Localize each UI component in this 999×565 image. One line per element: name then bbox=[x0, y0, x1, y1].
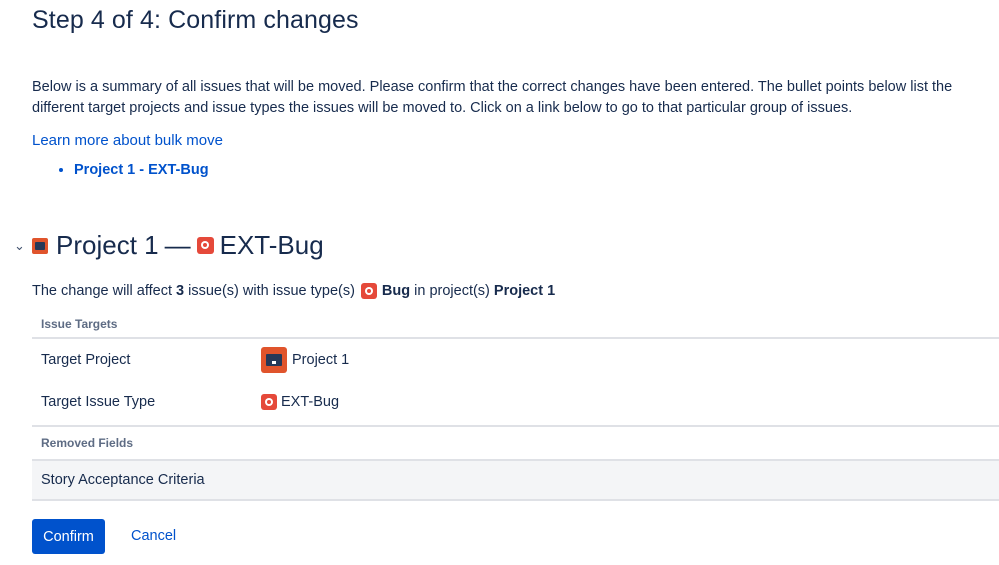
list-item: Project 1 - EXT-Bug bbox=[74, 162, 209, 178]
affect-project: Project 1 bbox=[493, 283, 556, 299]
affect-summary: The change will affect 3 issue(s) with i… bbox=[32, 283, 555, 299]
issue-targets-header: Issue Targets bbox=[32, 310, 999, 339]
section-dash: — bbox=[164, 230, 191, 260]
affect-count: 3 bbox=[176, 283, 185, 299]
bug-icon bbox=[261, 394, 277, 410]
target-issue-type-value: EXT-Bug bbox=[281, 394, 340, 410]
removed-fields-header: Removed Fields bbox=[32, 425, 999, 461]
project-avatar-icon bbox=[261, 347, 287, 373]
affect-prefix: The change will affect bbox=[32, 283, 172, 299]
targets-table: Issue Targets Target Project Project 1 T… bbox=[32, 310, 999, 501]
table-row: Target Project Project 1 bbox=[32, 339, 999, 381]
row-key: Target Project bbox=[41, 352, 131, 368]
section-title: Project 1 — EXT-Bug bbox=[32, 230, 324, 261]
group-list: Project 1 - EXT-Bug bbox=[56, 162, 209, 178]
page-title: Step 4 of 4: Confirm changes bbox=[32, 6, 359, 34]
affect-mid: issue(s) with issue type(s) bbox=[188, 283, 355, 299]
row-key: Target Issue Type bbox=[41, 394, 156, 410]
cancel-button[interactable]: Cancel bbox=[131, 528, 176, 544]
section-project: Project 1 bbox=[56, 230, 159, 260]
target-project-value: Project 1 bbox=[292, 352, 350, 368]
section-issue-type: EXT-Bug bbox=[219, 230, 324, 260]
group-link[interactable]: Project 1 - EXT-Bug bbox=[74, 162, 209, 178]
row-value: Project 1 bbox=[261, 347, 349, 373]
chevron-down-icon[interactable]: ⌄ bbox=[14, 238, 25, 254]
bug-icon bbox=[196, 237, 214, 254]
confirm-button[interactable]: Confirm bbox=[32, 519, 105, 554]
affect-in: in project(s) bbox=[414, 283, 490, 299]
affect-type: Bug bbox=[381, 283, 411, 299]
learn-more-link[interactable]: Learn more about bulk move bbox=[32, 132, 223, 149]
project-avatar-icon bbox=[32, 237, 48, 254]
intro-text: Below is a summary of all issues that wi… bbox=[32, 79, 953, 116]
table-row: Story Acceptance Criteria bbox=[32, 461, 999, 501]
row-value: EXT-Bug bbox=[261, 394, 339, 410]
table-row: Target Issue Type EXT-Bug bbox=[32, 381, 999, 423]
bug-icon bbox=[360, 283, 377, 299]
